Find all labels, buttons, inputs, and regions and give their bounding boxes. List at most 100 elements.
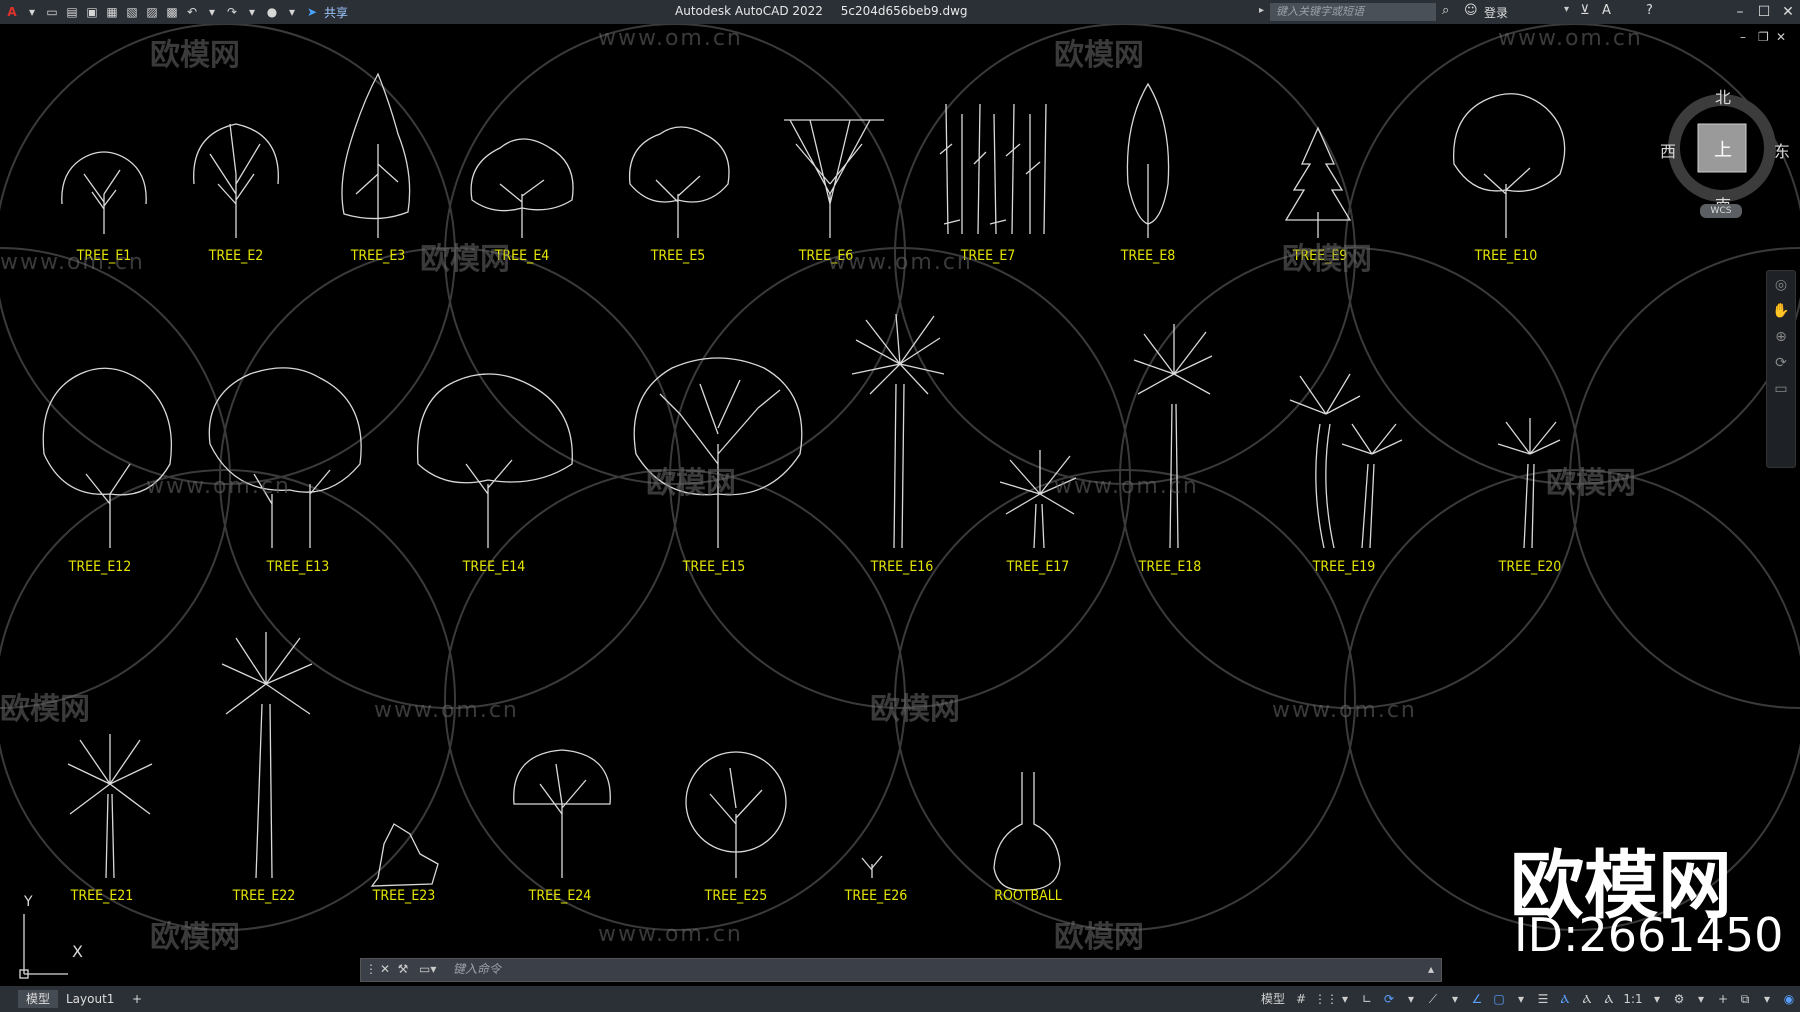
plot-icon[interactable]: ▩ [164,4,180,20]
help-icon[interactable]: ? [1646,3,1653,18]
tree-e26-drawing [861,855,883,878]
polar-dropdown-icon[interactable]: ▾ [1402,990,1420,1008]
polar-tracking-icon[interactable]: ⟳ [1380,990,1398,1008]
tree-e8-drawing [1126,82,1170,238]
maximize-icon[interactable]: ☐ [1754,2,1774,22]
login-button[interactable]: 登录 [1484,4,1508,21]
undo-icon[interactable]: ↶ [184,4,200,20]
search-input[interactable]: 键入关键字或短语 [1270,3,1436,21]
viewcube-top-face[interactable]: 上 [1714,136,1732,162]
drawing-minimize-icon[interactable]: – [1740,30,1746,44]
redo-icon[interactable]: ↷ [224,4,240,20]
annotation-visibility-icon[interactable]: Ⲁ [1556,990,1574,1008]
label-tree-e22: TREE_E22 [232,888,296,904]
orbit-icon[interactable]: ⟳ [1767,355,1795,371]
tree-e25-drawing [685,751,787,878]
app-menu-chevron-icon[interactable]: ▾ [24,4,40,20]
undo-dropdown-icon[interactable]: ▾ [204,4,220,20]
viewcube-north[interactable]: 北 [1715,84,1731,108]
annotation-monitor-icon[interactable]: + [1714,990,1732,1008]
command-line[interactable]: ⋮ ✕ ⚒ ▭▾ 键入命令 ▴ [360,958,1442,982]
watermark-url: www.om.cn [1054,474,1199,499]
customize-toolbar-icon[interactable]: ▾ [284,4,300,20]
new-file-icon[interactable]: ▭ [44,4,60,20]
command-recent-icon[interactable]: ▭▾ [419,961,436,977]
label-tree-e10: TREE_E10 [1474,248,1538,264]
tab-model[interactable]: 模型 [18,990,59,1008]
units-icon[interactable]: ⧉ [1736,990,1754,1008]
open-web-icon[interactable]: ▧ [124,4,140,20]
watermark-url: www.om.cn [1498,26,1643,51]
minimize-icon[interactable]: – [1730,2,1750,22]
annotation-scale-value[interactable]: 1:1 [1622,990,1644,1008]
cart-icon[interactable]: ⊻ [1580,3,1590,18]
isolate-objects-icon[interactable]: ◉ [1780,990,1798,1008]
tree-e14-drawing [416,373,573,548]
tree-e24-drawing [513,749,611,878]
command-input[interactable]: 键入命令 [447,959,1432,979]
viewcube-west[interactable]: 西 [1660,138,1676,162]
command-history-icon[interactable]: ▴ [1423,961,1439,977]
snap-dropdown-icon[interactable]: ▾ [1336,990,1354,1008]
add-layout-button[interactable]: + [124,990,150,1008]
autodesk-app-icon[interactable]: A [1602,3,1611,18]
tree-e7-drawing [939,103,1047,235]
auto-scale-icon[interactable]: Ⲁ [1578,990,1596,1008]
workspace-icon[interactable]: ● [264,4,280,20]
save-icon[interactable]: ▣ [84,4,100,20]
save-as-icon[interactable]: ▦ [104,4,120,20]
ortho-icon[interactable]: ∟ [1358,990,1376,1008]
showmotion-icon[interactable]: ▭ [1767,381,1795,397]
save-web-icon[interactable]: ▨ [144,4,160,20]
tree-e5-drawing [628,126,730,238]
steering-wheel-icon[interactable]: ◎ [1767,277,1795,293]
command-close-icon[interactable]: ✕ [377,961,393,977]
status-bar: 模型 Layout1 + 模型 # ⋮⋮ ▾ ∟ ⟳ ▾ ⟋ ▾ ∠ ▢ ▾ ☰… [0,986,1800,1012]
navigation-bar[interactable]: ◎ ✋ ⊕ ⟳ ▭ [1766,270,1796,468]
scale-dropdown-icon[interactable]: ▾ [1648,990,1666,1008]
pan-icon[interactable]: ✋ [1767,303,1795,319]
workspace-dropdown-icon[interactable]: ▾ [1692,990,1710,1008]
model-space-button[interactable]: 模型 [1258,990,1288,1008]
object-snap-icon[interactable]: ▢ [1490,990,1508,1008]
viewcube-east[interactable]: 东 [1774,138,1790,162]
lineweight-icon[interactable]: ☰ [1534,990,1552,1008]
command-customize-icon[interactable]: ⚒ [395,961,411,977]
status-toolbar: 模型 # ⋮⋮ ▾ ∟ ⟳ ▾ ⟋ ▾ ∠ ▢ ▾ ☰ Ⲁ Ⲁ Ⲁ 1:1 ▾ … [1258,990,1800,1008]
autocad-logo-icon[interactable]: A [4,4,20,20]
zoom-icon[interactable]: ⊕ [1767,329,1795,345]
open-folder-icon[interactable]: ▤ [64,4,80,20]
tab-layout1[interactable]: Layout1 [58,990,122,1008]
login-dropdown-icon[interactable]: ▾ [1564,4,1569,15]
drawing-canvas[interactable]: TREE_E1 TREE_E2 TREE_E3 TREE_E4 TREE_E5 … [0,24,1800,986]
snap-icon[interactable]: ⋮⋮ [1314,990,1338,1008]
redo-dropdown-icon[interactable]: ▾ [244,4,260,20]
search-expand-icon[interactable]: ▸ [1259,5,1264,16]
drawing-close-icon[interactable]: ✕ [1776,30,1786,44]
workspace-gear-icon[interactable]: ⚙ [1670,990,1688,1008]
isodraft-icon[interactable]: ⟋ [1424,990,1442,1008]
isodraft-dropdown-icon[interactable]: ▾ [1446,990,1464,1008]
ucs-y-label: Y [24,894,33,910]
watermark-url: www.om.cn [1272,698,1417,723]
share-icon[interactable]: ➤ [304,4,320,20]
watermark-brand: 欧模网 [870,692,960,727]
label-tree-e5: TREE_E5 [650,248,706,264]
watermark-brand: 欧模网 [150,920,240,955]
rootball-drawing [993,772,1061,891]
watermark-url: www.om.cn [146,474,291,499]
share-button[interactable]: 共享 [324,4,348,21]
drawing-restore-icon[interactable]: ❐ [1758,30,1769,44]
viewcube[interactable]: 北 南 西 东 上 [1660,88,1790,215]
close-icon[interactable]: ✕ [1778,2,1798,22]
search-icon[interactable]: ⌕ [1442,3,1449,18]
watermark-brand: 欧模网 [420,242,510,277]
quick-properties-icon[interactable]: ▾ [1758,990,1776,1008]
object-snap-dropdown-icon[interactable]: ▾ [1512,990,1530,1008]
app-title: Autodesk AutoCAD 2022 [675,4,823,18]
object-snap-tracking-icon[interactable]: ∠ [1468,990,1486,1008]
annotation-scale-icon[interactable]: Ⲁ [1600,990,1618,1008]
grid-icon[interactable]: # [1292,990,1310,1008]
user-icon[interactable]: ☺ [1464,3,1478,18]
wcs-menu[interactable]: WCS [1700,204,1742,218]
